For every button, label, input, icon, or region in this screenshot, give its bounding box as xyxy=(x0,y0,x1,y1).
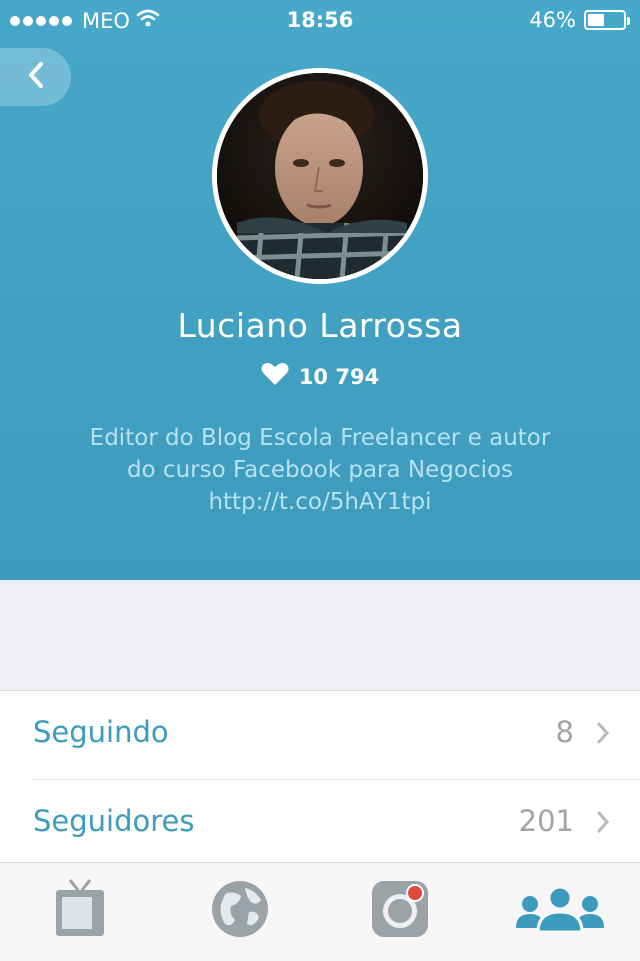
follow-list: Seguindo 8 Seguidores 201 xyxy=(0,690,640,863)
row-label: Seguidores xyxy=(33,804,195,838)
camera-record-icon xyxy=(370,879,430,943)
battery-icon xyxy=(584,10,630,30)
spacer xyxy=(0,580,640,690)
row-count: 201 xyxy=(518,804,574,838)
battery-level xyxy=(588,14,604,26)
people-icon xyxy=(514,884,606,938)
profile-name: Luciano Larrossa xyxy=(177,306,463,345)
globe-icon xyxy=(211,880,269,942)
profile-avatar xyxy=(212,68,428,284)
status-bar: MEO 18:56 46% xyxy=(0,0,640,40)
chevron-right-icon xyxy=(596,810,610,838)
tab-record[interactable] xyxy=(368,879,432,943)
row-count: 8 xyxy=(555,715,574,749)
tab-explore[interactable] xyxy=(208,879,272,943)
heart-icon xyxy=(261,362,289,391)
followers-row[interactable]: Seguidores 201 xyxy=(0,780,640,866)
row-label: Seguindo xyxy=(33,715,169,749)
tab-bar xyxy=(0,862,640,961)
chevron-left-icon xyxy=(27,61,45,93)
profile-bio: Editor do Blog Escola Freelancer e autor… xyxy=(89,425,551,515)
likes-value: 10 794 xyxy=(298,364,380,389)
status-right: 46% xyxy=(529,8,630,32)
likes-count: 10 794 xyxy=(0,362,640,391)
tab-tv[interactable] xyxy=(48,879,112,943)
tv-icon xyxy=(52,878,108,944)
battery-percent: 46% xyxy=(529,8,576,32)
back-button[interactable] xyxy=(0,48,71,106)
tab-people[interactable] xyxy=(514,879,606,943)
chevron-right-icon xyxy=(596,721,610,749)
following-row[interactable]: Seguindo 8 xyxy=(0,691,640,780)
